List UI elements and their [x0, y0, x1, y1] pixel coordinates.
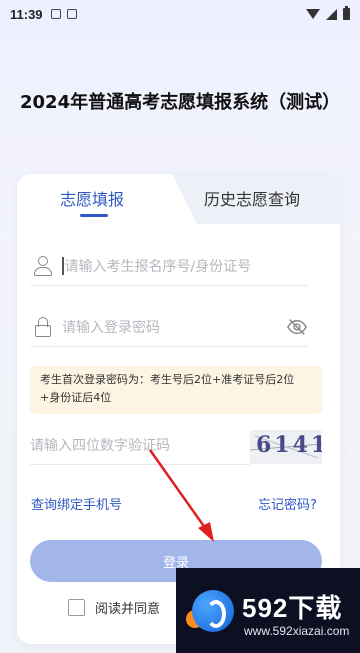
- agreement-row[interactable]: 阅读并同意: [68, 598, 160, 617]
- password-field[interactable]: 请输入登录密码: [30, 307, 308, 347]
- agreement-text: 阅读并同意: [95, 602, 161, 617]
- password-input-placeholder: 请输入登录密码: [62, 319, 160, 336]
- forgot-password-link[interactable]: 忘记密码?: [258, 494, 317, 513]
- captcha-image[interactable]: 6141: [250, 430, 322, 464]
- text-cursor: [62, 256, 64, 275]
- watermark-logo-icon: [192, 590, 234, 632]
- tab-volunteer-fill[interactable]: 志愿填报: [60, 186, 124, 210]
- bind-phone-link[interactable]: 查询绑定手机号: [31, 494, 122, 513]
- captcha-field[interactable]: 请输入四位数字验证码: [30, 425, 250, 465]
- checkbox-icon[interactable]: [68, 599, 85, 616]
- page-title: 2024年普通高考志愿填报系统（测试）: [20, 92, 341, 113]
- id-input-placeholder: 请输入考生报名序号/身份证号: [64, 258, 252, 275]
- tab-active-indicator: [80, 214, 108, 217]
- notification-icon: [66, 9, 77, 19]
- wifi-icon: [306, 9, 320, 19]
- eye-off-icon[interactable]: [286, 316, 308, 338]
- lock-icon: [32, 316, 54, 338]
- watermark: 592下载 www.592xiazai.com: [176, 568, 360, 653]
- notification-icon: [50, 9, 61, 19]
- watermark-url: www.592xiazai.com: [244, 624, 350, 638]
- tab-history-query[interactable]: 历史志愿查询: [204, 186, 300, 210]
- signal-icon: [326, 8, 337, 20]
- status-time: 11:39: [10, 6, 43, 22]
- captcha-input-placeholder: 请输入四位数字验证码: [30, 437, 170, 454]
- battery-icon: [343, 6, 350, 20]
- user-icon: [32, 255, 54, 277]
- watermark-brand: 592下载: [242, 593, 343, 623]
- password-notice: 考生首次登录密码为：考生号后2位+准考证号后2位+身份证后4位: [30, 366, 322, 414]
- captcha-text: 6141: [256, 432, 322, 458]
- status-bar: 11:39: [0, 0, 360, 28]
- id-field[interactable]: 请输入考生报名序号/身份证号: [30, 246, 308, 286]
